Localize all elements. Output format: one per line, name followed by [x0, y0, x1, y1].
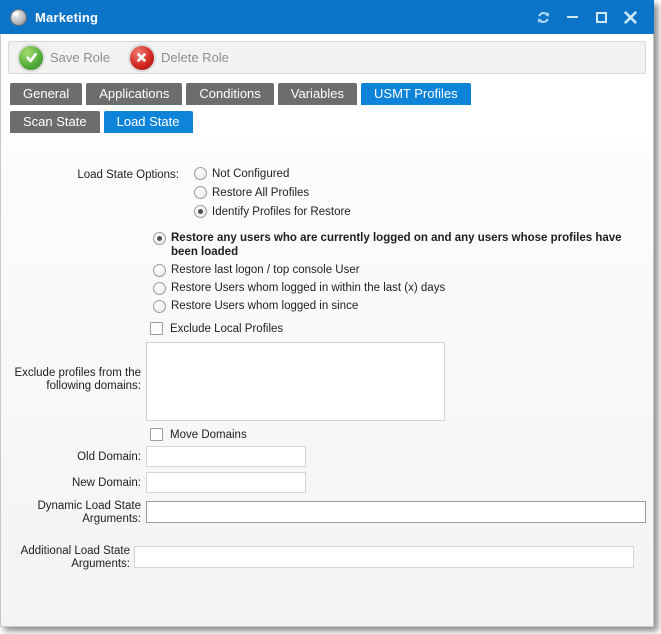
radio-icon	[194, 186, 207, 199]
radio-label: Not Configured	[212, 168, 289, 180]
load-state-options-group: Not Configured Restore All Profiles Iden…	[194, 164, 351, 221]
close-icon	[624, 11, 637, 24]
tab-variables[interactable]: Variables	[278, 83, 357, 105]
radio-restore-last-x-days[interactable]: Restore Users whom logged in within the …	[153, 281, 645, 295]
new-domain-label: New Domain:	[1, 477, 141, 490]
radio-label: Restore All Profiles	[212, 187, 309, 199]
radio-identify-profiles[interactable]: Identify Profiles for Restore	[194, 202, 351, 221]
new-domain-input[interactable]	[146, 472, 306, 493]
radio-label: Restore last logon / top console User	[171, 263, 360, 277]
tab-scan-state[interactable]: Scan State	[10, 111, 100, 133]
main-tabs: General Applications Conditions Variable…	[10, 83, 471, 105]
window-icon	[10, 9, 27, 26]
dynamic-args-label: Dynamic Load State Arguments:	[1, 500, 141, 526]
radio-icon	[153, 264, 166, 277]
maximize-button[interactable]	[593, 9, 609, 25]
checkbox-label: Exclude Local Profiles	[170, 323, 283, 335]
checkbox-icon	[150, 428, 163, 441]
titlebar: Marketing	[0, 0, 654, 34]
radio-label: Restore any users who are currently logg…	[171, 231, 645, 259]
load-state-form: Load State Options: Not Configured Resto…	[1, 140, 653, 626]
refresh-button[interactable]	[535, 9, 551, 25]
radio-icon	[194, 167, 207, 180]
radio-restore-current-users[interactable]: Restore any users who are currently logg…	[153, 231, 645, 259]
radio-restore-all-profiles[interactable]: Restore All Profiles	[194, 183, 351, 202]
radio-label: Restore Users whom logged in since	[171, 299, 358, 313]
radio-icon	[194, 205, 207, 218]
radio-restore-last-logon[interactable]: Restore last logon / top console User	[153, 263, 645, 277]
radio-restore-since[interactable]: Restore Users whom logged in since	[153, 299, 645, 313]
minimize-button[interactable]	[564, 9, 580, 25]
radio-not-configured[interactable]: Not Configured	[194, 164, 351, 183]
tab-applications[interactable]: Applications	[86, 83, 182, 105]
tab-load-state[interactable]: Load State	[104, 111, 193, 133]
save-check-icon	[19, 46, 43, 70]
tab-conditions[interactable]: Conditions	[186, 83, 273, 105]
radio-label: Restore Users whom logged in within the …	[171, 281, 445, 295]
delete-role-button[interactable]: Delete Role	[130, 46, 229, 70]
save-role-label: Save Role	[50, 50, 110, 65]
refresh-icon	[536, 10, 551, 25]
save-role-button[interactable]: Save Role	[19, 46, 110, 70]
exclude-domains-textarea[interactable]	[146, 342, 445, 421]
window-controls	[535, 0, 638, 34]
marketing-role-window: Marketing Sav	[0, 0, 654, 627]
exclude-local-profiles-checkbox[interactable]: Exclude Local Profiles	[150, 322, 283, 335]
move-domains-checkbox[interactable]: Move Domains	[150, 428, 247, 441]
additional-args-label: Additional Load State Arguments:	[1, 545, 130, 571]
close-button[interactable]	[622, 9, 638, 25]
old-domain-label: Old Domain:	[1, 451, 141, 464]
delete-role-label: Delete Role	[161, 50, 229, 65]
tab-usmt-profiles[interactable]: USMT Profiles	[361, 83, 471, 105]
checkbox-icon	[150, 322, 163, 335]
load-state-options-label: Load State Options:	[1, 169, 179, 182]
radio-icon	[153, 232, 166, 245]
old-domain-input[interactable]	[146, 446, 306, 467]
window-title: Marketing	[35, 10, 98, 25]
maximize-icon	[596, 12, 607, 23]
minimize-icon	[567, 16, 578, 18]
toolbar: Save Role Delete Role	[8, 41, 646, 74]
restore-options-group: Restore any users who are currently logg…	[153, 231, 645, 317]
radio-icon	[153, 300, 166, 313]
tab-general[interactable]: General	[10, 83, 82, 105]
usmt-sub-tabs: Scan State Load State	[10, 111, 193, 133]
delete-x-icon	[130, 46, 154, 70]
radio-icon	[153, 282, 166, 295]
exclude-domains-label: Exclude profiles from the following doma…	[1, 367, 141, 393]
checkbox-label: Move Domains	[170, 429, 247, 441]
radio-label: Identify Profiles for Restore	[212, 206, 351, 218]
dynamic-args-input[interactable]	[146, 501, 646, 523]
additional-args-input[interactable]	[134, 546, 634, 568]
